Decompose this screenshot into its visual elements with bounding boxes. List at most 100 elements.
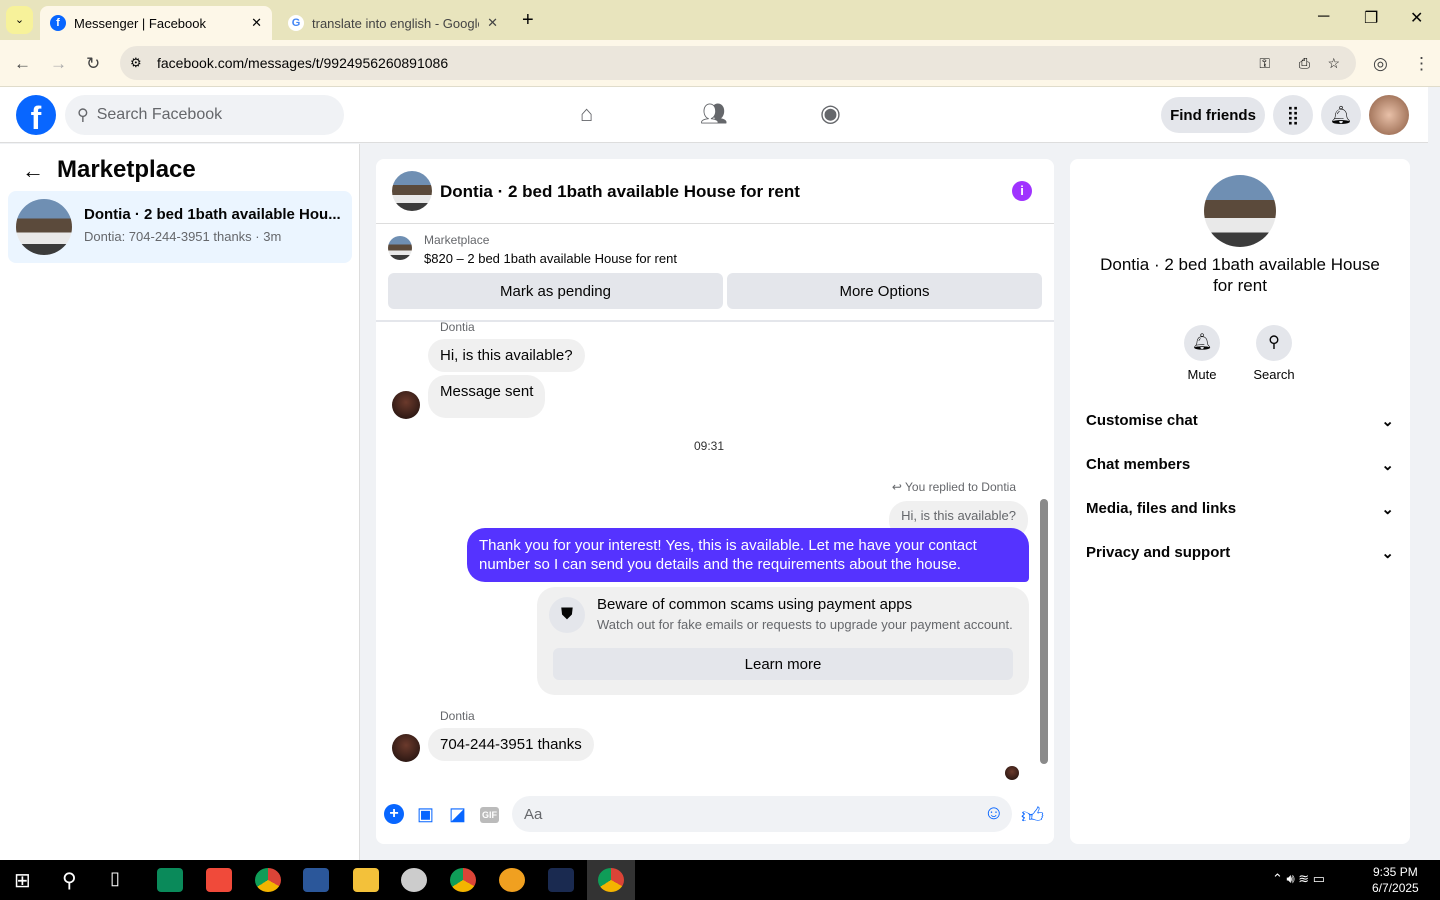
app-icon[interactable]: [157, 868, 183, 892]
google-favicon: G: [288, 15, 304, 31]
close-window-button[interactable]: ✕: [1410, 8, 1423, 28]
word-icon[interactable]: [303, 868, 329, 892]
more-options-button[interactable]: More Options: [727, 273, 1042, 309]
thread-name: Dontia · 2 bed 1bath available Hou...: [84, 206, 341, 223]
read-receipt-avatar: [1005, 766, 1019, 780]
snipping-tool-icon[interactable]: [401, 868, 427, 892]
back-arrow-icon[interactable]: ←: [22, 158, 44, 184]
section-privacy[interactable]: Privacy and support ⌄: [1086, 544, 1394, 562]
contact-avatar: [392, 391, 420, 419]
app-icon[interactable]: [499, 868, 525, 892]
marketplace-title: Marketplace: [57, 156, 196, 183]
facebook-logo[interactable]: f: [16, 95, 56, 136]
gif-icon[interactable]: GIF: [480, 807, 499, 823]
mark-pending-button[interactable]: Mark as pending: [388, 273, 723, 309]
find-friends-button[interactable]: Find friends: [1161, 97, 1265, 133]
chrome-icon[interactable]: [255, 868, 281, 892]
divider: [376, 320, 1054, 322]
home-icon[interactable]: ⌂: [580, 101, 593, 127]
forward-icon[interactable]: →: [50, 54, 67, 74]
search-icon: ⚲: [77, 107, 89, 124]
back-icon[interactable]: ←: [14, 54, 31, 74]
address-bar-row: ← → ↻ ⚙ facebook.com/messages/t/99249562…: [0, 40, 1440, 87]
reload-icon[interactable]: ↻: [86, 54, 100, 74]
search-input[interactable]: ⚲ Search Facebook: [65, 95, 344, 135]
message-input[interactable]: Aa ☺: [512, 796, 1012, 832]
task-view-icon[interactable]: ▯: [110, 868, 120, 889]
password-key-icon[interactable]: ⚿: [1259, 55, 1270, 72]
tab-messenger[interactable]: f Messenger | Facebook ✕: [40, 6, 272, 40]
sender-name: Dontia: [440, 709, 475, 723]
search-placeholder: Search Facebook: [96, 106, 223, 123]
friends-icon[interactable]: 👥︎: [700, 101, 728, 127]
incoming-message: Message sent: [428, 375, 546, 418]
section-media[interactable]: Media, files and links ⌄: [1086, 500, 1394, 518]
tab-title: translate into english - Google S: [312, 15, 480, 31]
sender-name: Dontia: [440, 320, 475, 334]
emoji-icon[interactable]: ☺: [984, 802, 1004, 825]
chrome-icon: [598, 868, 624, 892]
reply-text: You replied to Dontia: [905, 480, 1016, 494]
groups-icon[interactable]: ◉: [820, 99, 841, 128]
info-icon[interactable]: i: [1012, 181, 1032, 201]
warning-title: Beware of common scams using payment app…: [597, 596, 913, 613]
chevron-down-icon: ⌄: [1381, 545, 1394, 562]
listing-title: Dontia · 2 bed 1bath available House for…: [1100, 255, 1380, 295]
clock[interactable]: 9:35 PM 6/7/2025: [1372, 864, 1419, 896]
thread-preview: Dontia: 704-244-3951 thanks · 3m: [84, 229, 282, 244]
tab-google[interactable]: G translate into english - Google S ✕: [278, 6, 508, 40]
app-icon[interactable]: [206, 868, 232, 892]
tab-title: Messenger | Facebook: [74, 15, 206, 31]
chrome-profile-icon[interactable]: [450, 868, 476, 892]
minimize-button[interactable]: ─: [1318, 8, 1329, 26]
sticker-icon[interactable]: ◪: [449, 804, 466, 825]
facebook-favicon: f: [50, 15, 66, 31]
site-info-icon[interactable]: ⚙: [130, 55, 142, 71]
close-tab-icon[interactable]: ✕: [251, 15, 262, 31]
conversation-list: ← Marketplace Dontia · 2 bed 1bath avail…: [0, 144, 360, 860]
listing-label: Marketplace: [424, 233, 490, 247]
more-actions-icon[interactable]: +: [384, 804, 404, 824]
photo-icon[interactable]: ▣: [417, 804, 434, 825]
scam-warning-card: ⛊ Beware of common scams using payment a…: [537, 587, 1029, 695]
search-button[interactable]: ⚲ Search: [1248, 325, 1300, 382]
url-text: facebook.com/messages/t/9924956260891086: [157, 55, 449, 71]
url-field[interactable]: ⚙ facebook.com/messages/t/99249562608910…: [120, 46, 1356, 80]
chrome-active-icon[interactable]: [587, 860, 635, 900]
thread-item[interactable]: Dontia · 2 bed 1bath available Hou... Do…: [8, 191, 352, 263]
close-tab-icon[interactable]: ✕: [487, 15, 498, 31]
input-placeholder: Aa: [524, 806, 543, 823]
learn-more-button[interactable]: Learn more: [553, 648, 1013, 680]
reply-label: ↩ You replied to Dontia: [892, 480, 1016, 494]
menu-icon[interactable]: ⋮: [1413, 54, 1430, 74]
notifications-bell-icon[interactable]: 🔔︎: [1321, 95, 1361, 135]
like-thumb-icon[interactable]: 👍︎: [1021, 802, 1044, 829]
mute-button[interactable]: 🔔︎ Mute: [1176, 325, 1228, 382]
maximize-button[interactable]: ❐: [1364, 8, 1378, 28]
tray-icons[interactable]: ⌃ 🔊︎ ≋ ▭: [1272, 871, 1325, 887]
incoming-message: 704-244-3951 thanks: [428, 728, 594, 761]
bookmark-star-icon[interactable]: ☆: [1327, 55, 1340, 72]
section-customise-chat[interactable]: Customise chat ⌄: [1086, 412, 1394, 430]
new-tab-button[interactable]: +: [522, 9, 534, 32]
listing-thumb: [388, 236, 412, 260]
date: 6/7/2025: [1372, 881, 1419, 895]
search-icon[interactable]: ⚲: [62, 868, 77, 893]
tab-search-button[interactable]: ⌄: [6, 6, 33, 34]
app-icon[interactable]: [548, 868, 574, 892]
menu-grid-icon[interactable]: ⣿: [1273, 95, 1313, 135]
start-icon[interactable]: ⊞: [14, 868, 31, 893]
install-icon[interactable]: ⎙: [1299, 55, 1310, 72]
preview-time: 3m: [263, 229, 282, 244]
file-explorer-icon[interactable]: [353, 868, 379, 892]
scrollbar[interactable]: [1040, 499, 1048, 764]
listing-desc[interactable]: $820 – 2 bed 1bath available House for r…: [424, 251, 677, 266]
incoming-message: Hi, is this available?: [428, 339, 585, 372]
warning-body: Watch out for fake emails or requests to…: [597, 617, 1013, 632]
profile-icon[interactable]: ◎: [1373, 54, 1388, 74]
section-label: Customise chat: [1086, 412, 1198, 429]
section-chat-members[interactable]: Chat members ⌄: [1086, 456, 1394, 474]
account-avatar[interactable]: [1369, 95, 1409, 135]
windows-taskbar: ⊞ ⚲ ▯ ⌃ 🔊︎ ≋ ▭ 9:35 PM 6/7/2025: [0, 860, 1440, 900]
search-icon: ⚲: [1256, 325, 1292, 361]
